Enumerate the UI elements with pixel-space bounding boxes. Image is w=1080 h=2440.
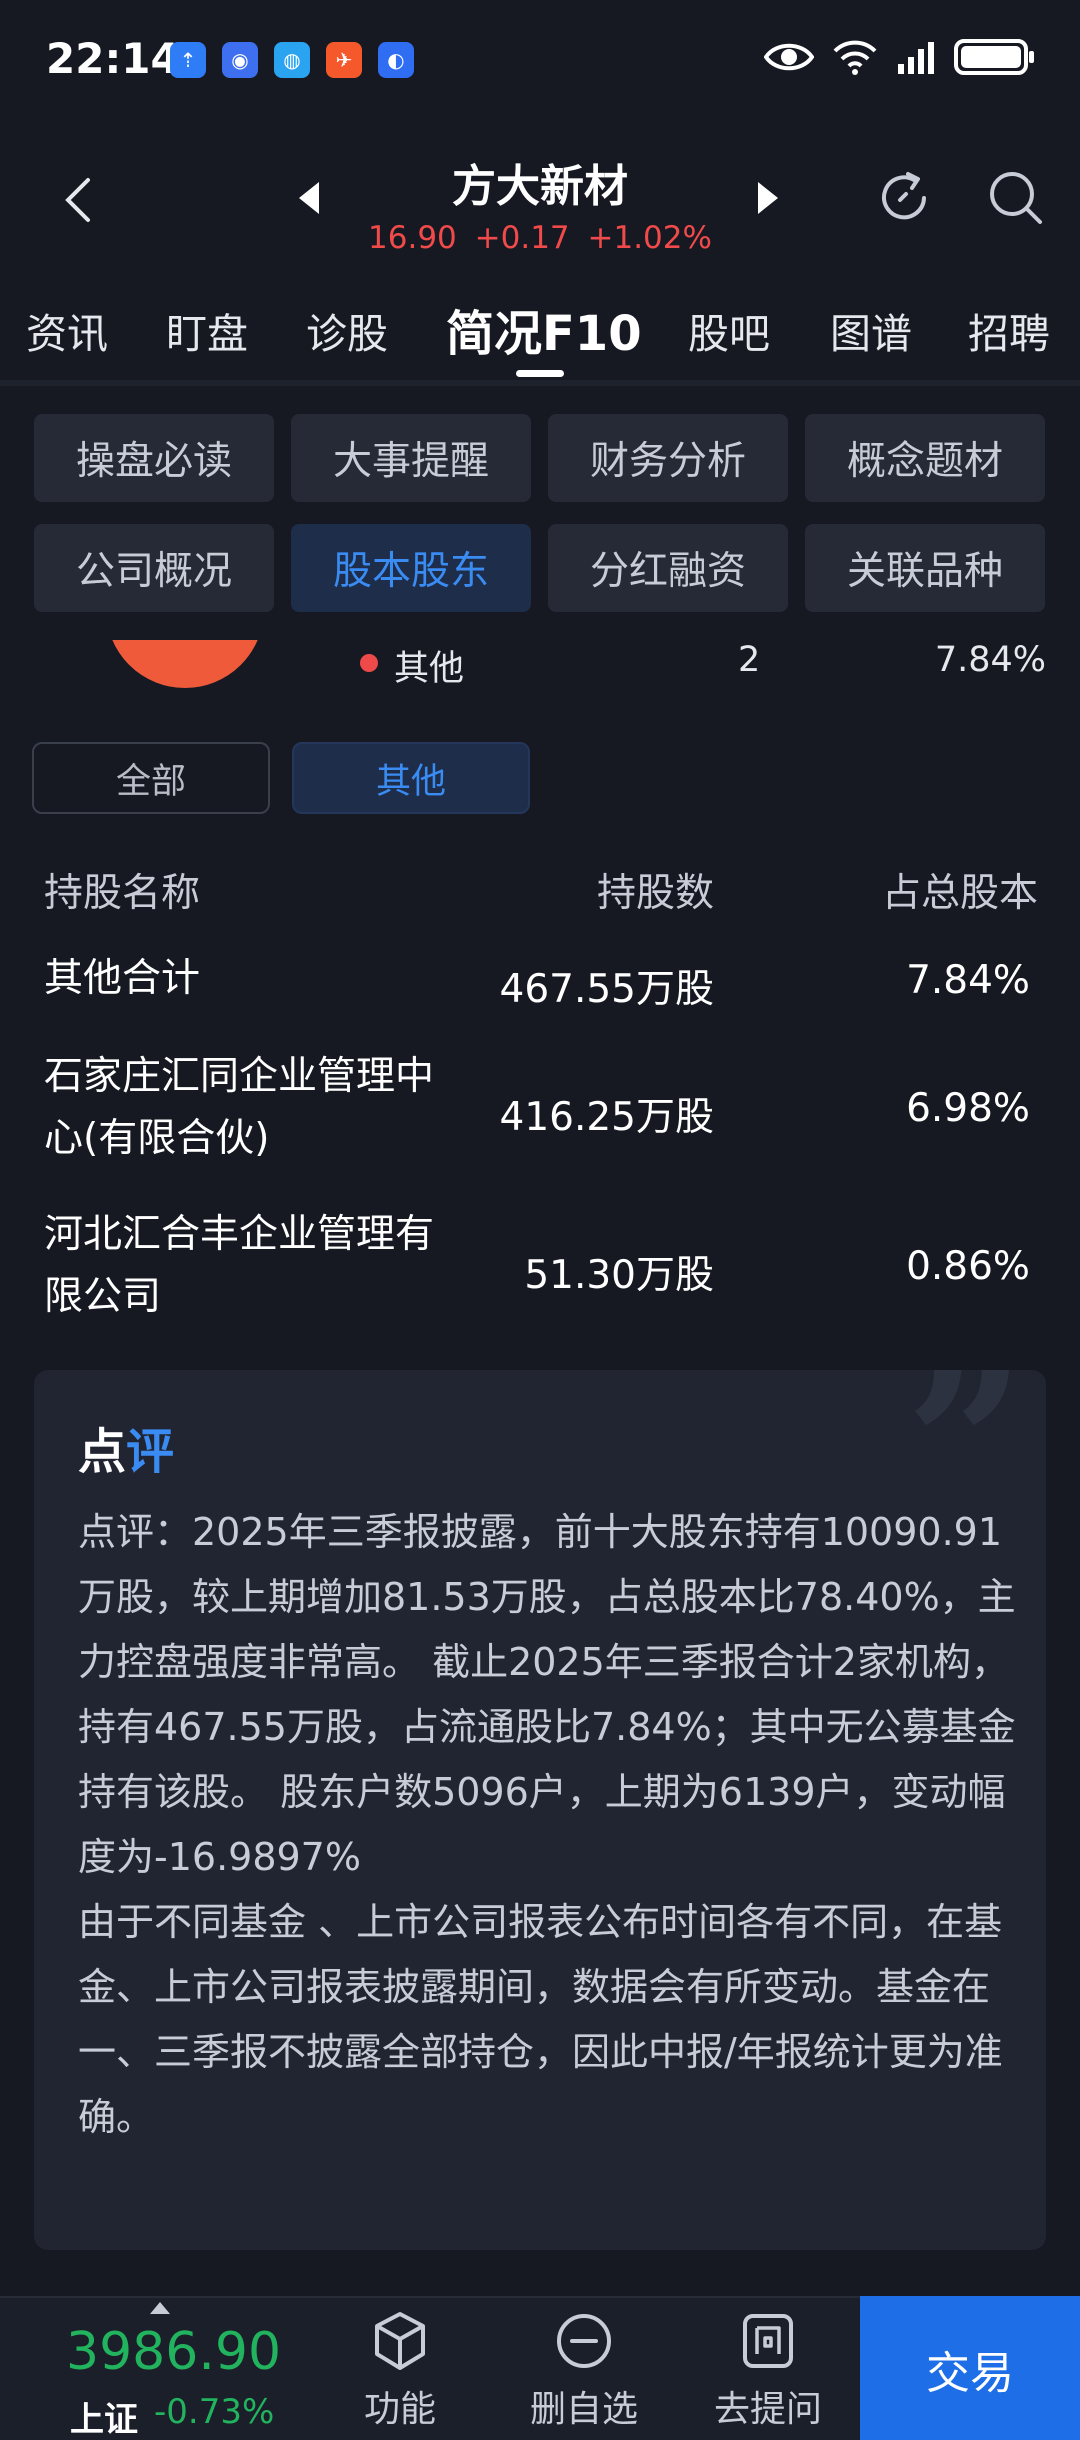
minus-circle-icon <box>557 2314 611 2368</box>
legend-pct: 7.84% <box>934 640 1046 680</box>
bottom-bar: 3986.90 上证 -0.73% 功能 删自选 去提问 交易 <box>0 2296 1080 2440</box>
legend-dot <box>360 654 378 672</box>
tab-watch[interactable]: 盯盘 <box>166 300 248 360</box>
tab-graph[interactable]: 图谱 <box>830 300 912 360</box>
comment-title: 点评 <box>78 1412 174 1482</box>
tab-forum[interactable]: 股吧 <box>688 300 770 360</box>
next-stock-icon[interactable] <box>752 180 782 216</box>
status-indicators <box>764 38 1034 76</box>
tab-recruit[interactable]: 招聘 <box>968 300 1050 360</box>
app-notification-4-icon: ✈ <box>326 42 362 78</box>
table-row[interactable]: 河北汇合丰企业管理有限公司 51.30万股 0.86% <box>0 1204 1080 1334</box>
subtab-related[interactable]: 关联品种 <box>805 524 1045 612</box>
active-tab-indicator <box>516 370 564 377</box>
top-tab-bar: 资讯 盯盘 诊股 简况F10 股吧 图谱 招聘 <box>0 280 1080 380</box>
holder-shares: 51.30万股 <box>524 1253 714 1298</box>
subtab-dividends[interactable]: 分红融资 <box>548 524 788 612</box>
stock-price: 16.90 <box>368 220 457 256</box>
index-change: -0.73% <box>154 2392 275 2432</box>
header-holder-name: 持股名称 <box>44 871 201 916</box>
remove-watchlist-button[interactable]: 删自选 <box>496 2298 672 2440</box>
header-divider <box>0 380 1080 386</box>
subtab-shareholders[interactable]: 股本股东 <box>291 524 531 612</box>
search-icon[interactable] <box>984 166 1048 230</box>
index-name: 上证 <box>70 2400 138 2440</box>
status-bar: 22:14 ⇡ ◉ ◍ ✈ ◐ <box>0 0 1080 120</box>
holder-name: 河北汇合丰企业管理有限公司 <box>44 1212 435 1319</box>
stock-header: 方大新材 16.90 +0.17 +1.02% <box>0 140 1080 270</box>
tab-f10[interactable]: 简况F10 <box>446 294 642 364</box>
comment-title-part1: 点 <box>78 1424 127 1480</box>
status-time: 22:14 <box>46 34 180 83</box>
filter-other-button[interactable]: 其他 <box>292 742 530 814</box>
stock-change: +0.17 <box>474 220 570 256</box>
stock-change-pct: +1.02% <box>587 220 712 256</box>
holder-pct: 7.84% <box>906 958 1030 1003</box>
tab-diagnose[interactable]: 诊股 <box>306 300 388 360</box>
holder-pct: 6.98% <box>906 1086 1030 1131</box>
app-notification-5-icon: ◐ <box>378 42 414 78</box>
function-button[interactable]: 功能 <box>312 2298 488 2440</box>
signal-icon <box>898 42 934 74</box>
question-box-icon <box>743 2314 793 2368</box>
pie-legend-row: 其他 2 7.84% <box>0 636 1080 689</box>
filter-all-button[interactable]: 全部 <box>32 742 270 814</box>
holder-shares: 416.25万股 <box>499 1095 714 1140</box>
comment-body: 点评：2025年三季报披露，前十大股东持有10090.91万股，较上期增加81.… <box>78 1510 1016 2139</box>
subtab-events[interactable]: 大事提醒 <box>291 414 531 502</box>
holder-name: 石家庄汇同企业管理中心(有限合伙) <box>44 1054 435 1161</box>
subtab-concepts[interactable]: 概念题材 <box>805 414 1045 502</box>
legend-count: 2 <box>738 640 761 680</box>
header-shares: 持股数 <box>596 871 714 916</box>
index-value: 3986.90 <box>66 2322 282 2382</box>
header-pct: 占总股本 <box>881 871 1038 916</box>
function-label: 功能 <box>363 2389 436 2430</box>
legend-name: 其他 <box>394 649 465 689</box>
subtab-company-profile[interactable]: 公司概况 <box>34 524 274 612</box>
battery-icon <box>954 39 1034 75</box>
holder-name: 其他合计 <box>44 956 201 1001</box>
ask-question-label: 去提问 <box>713 2389 822 2430</box>
wifi-icon <box>833 40 877 75</box>
cube-icon <box>375 2312 425 2370</box>
subtab-trading-guide[interactable]: 操盘必读 <box>34 414 274 502</box>
ask-question-button[interactable]: 去提问 <box>680 2298 856 2440</box>
trade-button[interactable]: 交易 <box>860 2296 1080 2440</box>
status-app-icons: ⇡ ◉ ◍ ✈ ◐ <box>170 42 414 78</box>
eye-icon <box>764 43 814 71</box>
remove-watchlist-label: 删自选 <box>529 2389 638 2430</box>
refresh-icon[interactable] <box>872 166 936 230</box>
app-notification-3-icon: ◍ <box>274 42 310 78</box>
tab-news[interactable]: 资讯 <box>26 300 108 360</box>
comment-title-part2: 评 <box>126 1424 175 1480</box>
holder-shares: 467.55万股 <box>499 967 714 1012</box>
app-notification-2-icon: ◉ <box>222 42 258 78</box>
app-notification-1-icon: ⇡ <box>170 42 206 78</box>
subtab-financial-analysis[interactable]: 财务分析 <box>548 414 788 502</box>
holder-pct: 0.86% <box>906 1244 1030 1289</box>
f10-sub-tabs: 操盘必读 大事提醒 财务分析 概念题材 公司概况 股本股东 分红融资 关联品种 <box>34 414 1046 612</box>
table-row[interactable]: 其他合计 467.55万股 7.84% <box>0 948 1080 1012</box>
expand-caret-icon[interactable] <box>150 2302 170 2314</box>
comment-card: ” 点评 点评：2025年三季报披露，前十大股东持有10090.91万股，较上期… <box>34 1370 1046 2250</box>
table-row[interactable]: 石家庄汇同企业管理中心(有限合伙) 416.25万股 6.98% <box>0 1046 1080 1176</box>
